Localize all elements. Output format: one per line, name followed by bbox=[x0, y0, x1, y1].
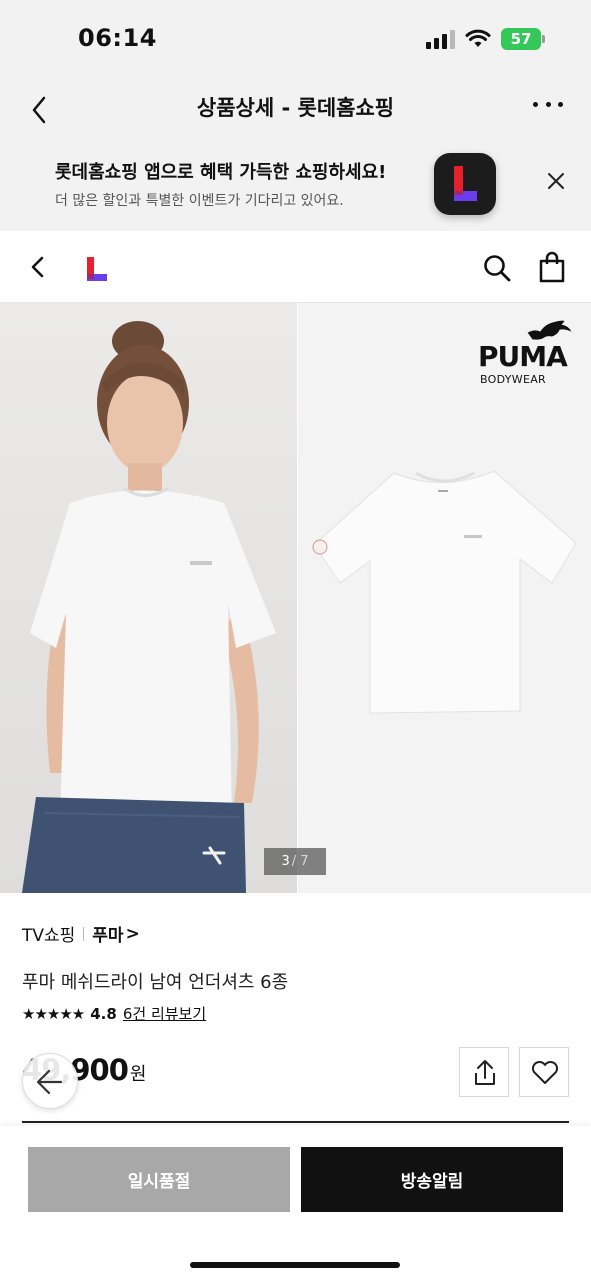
lotte-l-logo-icon bbox=[454, 166, 477, 201]
cellular-signal-icon bbox=[426, 29, 455, 49]
share-button[interactable] bbox=[459, 1047, 509, 1097]
breadcrumb-divider bbox=[83, 926, 85, 941]
image-counter: 3 / 7 bbox=[264, 848, 326, 875]
soldout-button[interactable]: 일시품절 bbox=[28, 1147, 290, 1212]
lotte-app-icon[interactable] bbox=[434, 153, 496, 215]
banner-close-icon[interactable] bbox=[545, 170, 567, 192]
battery-icon: 57 bbox=[501, 28, 545, 50]
star-rating-icon: ★★★★★ bbox=[22, 1004, 85, 1023]
status-icons: 57 bbox=[426, 28, 545, 50]
status-time: 06:14 bbox=[78, 24, 157, 52]
breadcrumb-category[interactable]: TV쇼핑 bbox=[22, 921, 75, 946]
browser-title: 상품상세 - 롯데홈쇼핑 bbox=[196, 96, 395, 120]
share-icon bbox=[475, 1060, 495, 1085]
white-tshirt-image bbox=[298, 303, 591, 893]
puma-bodywear-text: BODYWEAR bbox=[480, 373, 546, 386]
shirt-product-photo bbox=[298, 303, 591, 893]
image-counter-total: / 7 bbox=[291, 854, 309, 869]
banner-title: 롯데홈쇼핑 앱으로 혜택 가득한 쇼핑하세요! bbox=[55, 162, 387, 183]
product-name: 푸마 메쉬드라이 남여 언더셔츠 6종 bbox=[22, 972, 289, 993]
bottom-action-bar: 일시품절 방송알림 bbox=[0, 1126, 591, 1280]
site-nav bbox=[0, 231, 591, 303]
rating-value: 4.8 bbox=[90, 1004, 117, 1023]
back-icon[interactable] bbox=[28, 253, 48, 281]
breadcrumb-brand[interactable]: 푸마 bbox=[92, 921, 123, 946]
status-bar: 06:14 57 bbox=[0, 0, 591, 78]
model-wearing-shirt-image bbox=[0, 303, 297, 893]
wishlist-button[interactable] bbox=[519, 1047, 569, 1097]
image-counter-current: 3 bbox=[281, 854, 290, 869]
lotte-home-logo-icon[interactable] bbox=[84, 255, 110, 283]
arrow-left-icon bbox=[36, 1069, 63, 1095]
app-download-banner[interactable]: 롯데홈쇼핑 앱으로 혜택 가득한 쇼핑하세요! 더 많은 할인과 특별한 이벤트… bbox=[0, 144, 591, 231]
review-link[interactable]: 6건 리뷰보기 bbox=[123, 1003, 206, 1024]
browser-header: 상품상세 - 롯데홈쇼핑 bbox=[0, 78, 591, 144]
model-photo bbox=[0, 303, 297, 893]
broadcast-alarm-button[interactable]: 방송알림 bbox=[301, 1147, 563, 1212]
chevron-right-icon[interactable]: > bbox=[126, 924, 140, 944]
rating-row: ★★★★★ 4.8 6건 리뷰보기 bbox=[22, 1003, 206, 1024]
shopping-bag-icon[interactable] bbox=[538, 251, 566, 283]
price-currency: 원 bbox=[129, 1064, 147, 1085]
product-image-gallery[interactable] bbox=[0, 303, 591, 893]
wifi-icon bbox=[465, 29, 491, 47]
search-icon[interactable] bbox=[482, 253, 512, 283]
floating-back-button[interactable] bbox=[22, 1053, 78, 1109]
screen: 06:14 57 상품상세 - 롯데홈쇼핑 롯데홈쇼핑 앱으로 혜택 가득한 쇼… bbox=[0, 0, 591, 1280]
home-indicator[interactable] bbox=[190, 1262, 400, 1268]
puma-logo-text: PUMA bbox=[478, 340, 568, 373]
breadcrumb: TV쇼핑 푸마 > bbox=[22, 921, 140, 947]
more-options-icon[interactable] bbox=[533, 102, 563, 112]
section-divider bbox=[22, 1121, 569, 1123]
heart-icon bbox=[531, 1060, 559, 1084]
banner-subtitle: 더 많은 할인과 특별한 이벤트가 기다리고 있어요. bbox=[55, 193, 344, 209]
